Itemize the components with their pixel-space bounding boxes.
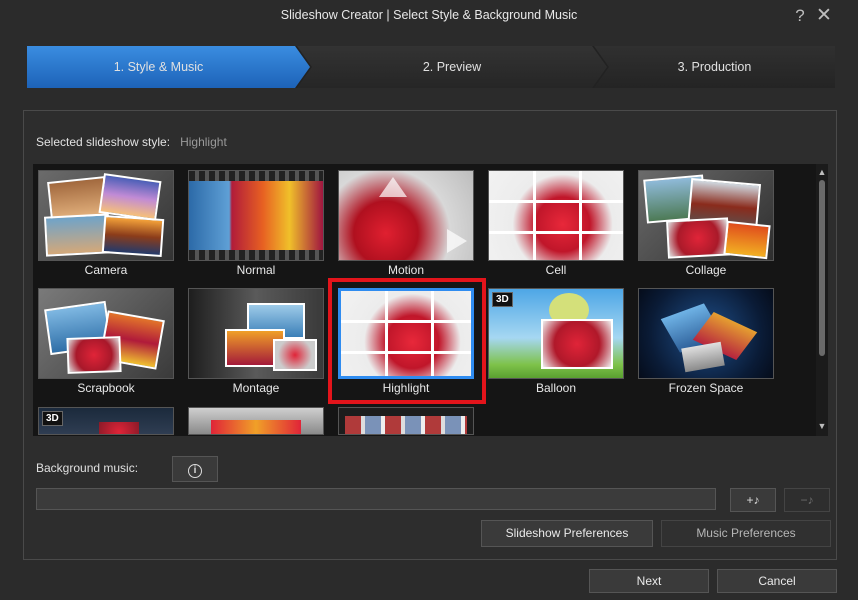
wizard-steps: 1. Style & Music 2. Preview 3. Productio… — [27, 46, 835, 88]
3d-badge: 3D — [42, 411, 63, 426]
style-thumb-frozen-space[interactable]: Frozen Space — [638, 288, 774, 402]
background-music-label: Background music: — [36, 461, 139, 475]
style-preview-image — [338, 407, 474, 435]
style-thumb-row3-1[interactable]: 3D — [38, 407, 174, 436]
remove-music-button[interactable]: −♪ — [784, 488, 830, 512]
style-gallery: Camera Normal Motion Cell Collage Scrapb… — [33, 164, 828, 436]
style-thumb-cell[interactable]: Cell — [488, 170, 624, 284]
style-preview-image: 3D — [38, 407, 174, 435]
style-music-panel: Selected slideshow style: Highlight Camer… — [23, 110, 837, 560]
selection-highlight-frame — [328, 278, 486, 404]
style-thumb-row3-2[interactable] — [188, 407, 324, 436]
close-icon[interactable]: ✕ — [814, 6, 834, 26]
next-button[interactable]: Next — [589, 569, 709, 593]
gallery-scrollbar[interactable]: ▲ ▼ — [816, 164, 828, 436]
style-preview-image — [488, 170, 624, 261]
style-thumb-normal[interactable]: Normal — [188, 170, 324, 284]
style-thumb-collage[interactable]: Collage — [638, 170, 774, 284]
selected-style-value: Highlight — [180, 135, 227, 149]
3d-badge: 3D — [492, 292, 513, 307]
style-name: Balloon — [535, 381, 577, 395]
step-label: 1. Style & Music — [113, 60, 204, 74]
style-name: Frozen Space — [668, 381, 744, 395]
style-name: Collage — [685, 263, 727, 277]
info-icon: i — [188, 464, 202, 478]
scroll-down-icon[interactable]: ▼ — [816, 420, 828, 432]
style-thumb-scrapbook[interactable]: Scrapbook — [38, 288, 174, 402]
style-thumb-row3-3[interactable] — [338, 407, 474, 436]
style-preview-image — [38, 288, 174, 379]
style-name: Motion — [387, 263, 425, 277]
music-preferences-button[interactable]: Music Preferences — [661, 520, 831, 547]
step-preview[interactable]: 2. Preview — [297, 46, 607, 88]
style-preview-image — [638, 288, 774, 379]
step-production[interactable]: 3. Production — [594, 46, 835, 88]
background-music-field[interactable] — [36, 488, 716, 510]
selected-style-row: Selected slideshow style: Highlight — [36, 135, 227, 149]
style-preview-image — [188, 288, 324, 379]
step-style-music[interactable]: 1. Style & Music — [27, 46, 310, 88]
music-info-button[interactable]: i — [172, 456, 218, 482]
style-name: Normal — [236, 263, 276, 277]
style-name: Scrapbook — [77, 381, 135, 395]
style-name: Cell — [545, 263, 567, 277]
style-thumb-montage[interactable]: Montage — [188, 288, 324, 402]
style-preview-image — [638, 170, 774, 261]
style-preview-image — [38, 170, 174, 261]
window-title: Slideshow Creator | Select Style & Backg… — [280, 8, 578, 22]
help-icon[interactable]: ? — [790, 6, 810, 26]
style-preview-image — [338, 170, 474, 261]
style-preview-image — [188, 407, 324, 435]
style-thumb-motion[interactable]: Motion — [338, 170, 474, 284]
style-preview-image: 3D — [488, 288, 624, 379]
cancel-button[interactable]: Cancel — [717, 569, 837, 593]
style-name: Camera — [84, 263, 128, 277]
style-preview-image — [188, 170, 324, 261]
step-label: 3. Production — [677, 60, 752, 74]
style-thumb-balloon[interactable]: 3D Balloon — [488, 288, 624, 402]
title-bar: Slideshow Creator | Select Style & Backg… — [0, 0, 858, 32]
style-thumb-camera[interactable]: Camera — [38, 170, 174, 284]
selected-style-label: Selected slideshow style: — [36, 135, 171, 149]
style-name: Montage — [232, 381, 280, 395]
scrollbar-thumb[interactable] — [819, 180, 825, 356]
step-label: 2. Preview — [422, 60, 482, 74]
scroll-up-icon[interactable]: ▲ — [816, 166, 828, 178]
slideshow-preferences-button[interactable]: Slideshow Preferences — [481, 520, 653, 547]
add-music-button[interactable]: +♪ — [730, 488, 776, 512]
